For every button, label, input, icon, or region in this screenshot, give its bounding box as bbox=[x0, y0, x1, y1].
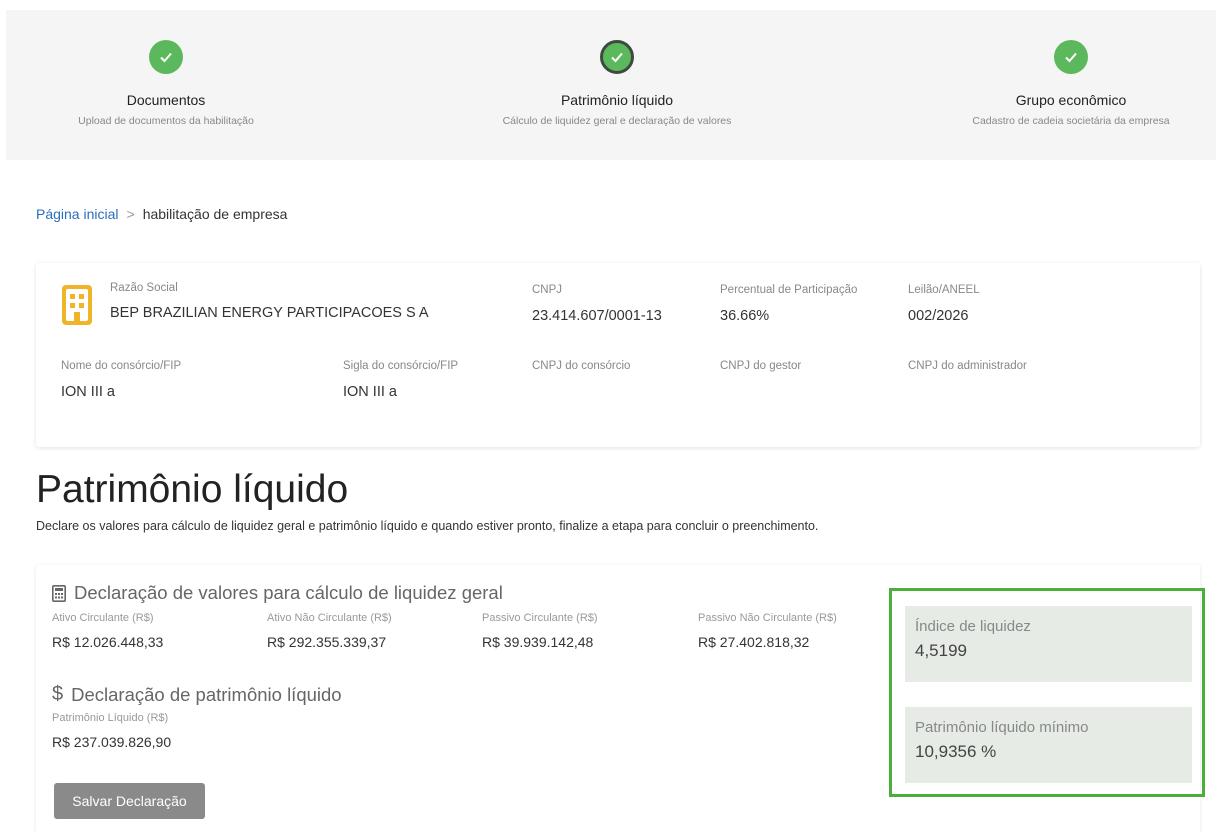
step-subtitle: Cálculo de liquidez geral e declaração d… bbox=[502, 115, 732, 127]
dollar-icon: $ bbox=[52, 683, 64, 705]
indice-liquidez-kpi: Índice de liquidez 4,5199 bbox=[905, 606, 1192, 682]
step-documentos[interactable]: Documentos Upload de documentos da habil… bbox=[26, 10, 306, 128]
step-title: Documentos bbox=[126, 92, 206, 108]
cnpj-gestor-field: CNPJ do gestor bbox=[720, 360, 801, 372]
field-label: Percentual de Participação bbox=[720, 284, 858, 296]
breadcrumb: Página inicial > habilitação de empresa bbox=[36, 206, 287, 222]
kpi-value: 4,5199 bbox=[915, 641, 967, 660]
company-info-card: Razão Social BEP BRAZILIAN ENERGY PARTIC… bbox=[36, 263, 1200, 447]
field-value: ION III a bbox=[61, 384, 115, 400]
field-value: R$ 27.402.818,32 bbox=[698, 634, 810, 650]
field-value: 36.66% bbox=[720, 308, 770, 324]
field-label: CNPJ do administrador bbox=[908, 360, 1027, 372]
step-subtitle: Upload de documentos da habilitação bbox=[78, 115, 254, 127]
passivo-circulante-field: Passivo Circulante (R$) R$ 39.939.142,48 bbox=[482, 612, 598, 650]
field-value: 23.414.607/0001-13 bbox=[532, 308, 662, 324]
passivo-nao-circulante-field: Passivo Não Circulante (R$) R$ 27.402.81… bbox=[698, 612, 837, 650]
breadcrumb-home-link[interactable]: Página inicial bbox=[36, 206, 119, 222]
cnpj-field: CNPJ 23.414.607/0001-13 bbox=[532, 284, 662, 324]
check-icon bbox=[600, 40, 634, 74]
field-label: Nome do consórcio/FIP bbox=[61, 360, 182, 372]
chevron-right-icon: > bbox=[126, 206, 135, 222]
section-title-text: Declaração de patrimônio líquido bbox=[71, 683, 342, 705]
field-label: CNPJ do gestor bbox=[720, 360, 802, 372]
field-value: R$ 39.939.142,48 bbox=[482, 634, 594, 650]
step-title: Grupo econômico bbox=[1015, 92, 1127, 108]
page-title: Patrimônio líquido bbox=[36, 468, 349, 511]
patrimonio-liquido-field: Patrimônio Líquido (R$) R$ 237.039.826,9… bbox=[52, 712, 171, 750]
step-patrimonio[interactable]: Patrimônio líquido Cálculo de liquidez g… bbox=[492, 10, 742, 128]
razao-social-field: Razão Social BEP BRAZILIAN ENERGY PARTIC… bbox=[110, 282, 429, 321]
field-label: CNPJ do consórcio bbox=[532, 360, 631, 372]
leilao-field: Leilão/ANEEL 002/2026 bbox=[908, 284, 980, 324]
field-label: Ativo Circulante (R$) bbox=[52, 612, 154, 624]
patrimonio-section-title: $ Declaração de patrimônio líquido bbox=[52, 683, 342, 706]
field-label: Patrimônio Líquido (R$) bbox=[52, 712, 169, 724]
step-subtitle: Cadastro de cadeia societária da empresa bbox=[972, 115, 1170, 127]
field-value: R$ 292.355.339,37 bbox=[267, 634, 387, 650]
kpi-highlight-box: Índice de liquidez 4,5199 Patrimônio líq… bbox=[889, 588, 1205, 797]
field-value: R$ 237.039.826,90 bbox=[52, 734, 172, 750]
building-icon bbox=[61, 284, 93, 326]
page-description: Declare os valores para cálculo de liqui… bbox=[36, 519, 819, 533]
consorcio-sigla-field: Sigla do consórcio/FIP ION III a bbox=[343, 360, 458, 400]
cnpj-administrador-field: CNPJ do administrador bbox=[908, 360, 1027, 372]
step-grupo-economico[interactable]: Grupo econômico Cadastro de cadeia socie… bbox=[966, 10, 1176, 128]
section-title-text: Declaração de valores para cálculo de li… bbox=[74, 582, 503, 603]
check-icon bbox=[1054, 40, 1088, 74]
field-label: Sigla do consórcio/FIP bbox=[343, 360, 459, 372]
field-value: R$ 12.026.448,33 bbox=[52, 634, 164, 650]
field-value: 002/2026 bbox=[908, 308, 969, 324]
field-value: BEP BRAZILIAN ENERGY PARTICIPACOES S A bbox=[110, 305, 429, 321]
field-label: Ativo Não Circulante (R$) bbox=[267, 612, 392, 624]
field-label: Leilão/ANEEL bbox=[908, 284, 980, 296]
calculator-icon bbox=[52, 584, 66, 602]
percentual-field: Percentual de Participação 36.66% bbox=[720, 284, 857, 324]
kpi-label: Índice de liquidez bbox=[915, 618, 1031, 635]
field-label: Passivo Circulante (R$) bbox=[482, 612, 598, 624]
field-label: Razão Social bbox=[110, 282, 178, 294]
ativo-nao-circulante-field: Ativo Não Circulante (R$) R$ 292.355.339… bbox=[267, 612, 392, 650]
patrimonio-minimo-kpi: Patrimônio líquido mínimo 10,9356 % bbox=[905, 707, 1192, 783]
kpi-value: 10,9356 % bbox=[915, 742, 997, 761]
liquidez-section-title: Declaração de valores para cálculo de li… bbox=[52, 582, 503, 604]
step-title: Patrimônio líquido bbox=[560, 92, 674, 108]
progress-stepper: Documentos Upload de documentos da habil… bbox=[6, 10, 1216, 160]
kpi-label: Patrimônio líquido mínimo bbox=[915, 719, 1089, 736]
field-label: CNPJ bbox=[532, 284, 563, 296]
ativo-circulante-field: Ativo Circulante (R$) R$ 12.026.448,33 bbox=[52, 612, 163, 650]
cnpj-consorcio-field: CNPJ do consórcio bbox=[532, 360, 630, 372]
check-icon bbox=[149, 40, 183, 74]
save-declaration-button[interactable]: Salvar Declaração bbox=[54, 783, 205, 819]
consorcio-nome-field: Nome do consórcio/FIP ION III a bbox=[61, 360, 181, 400]
field-label: Passivo Não Circulante (R$) bbox=[698, 612, 837, 624]
breadcrumb-current: habilitação de empresa bbox=[142, 206, 288, 222]
field-value: ION III a bbox=[343, 384, 397, 400]
